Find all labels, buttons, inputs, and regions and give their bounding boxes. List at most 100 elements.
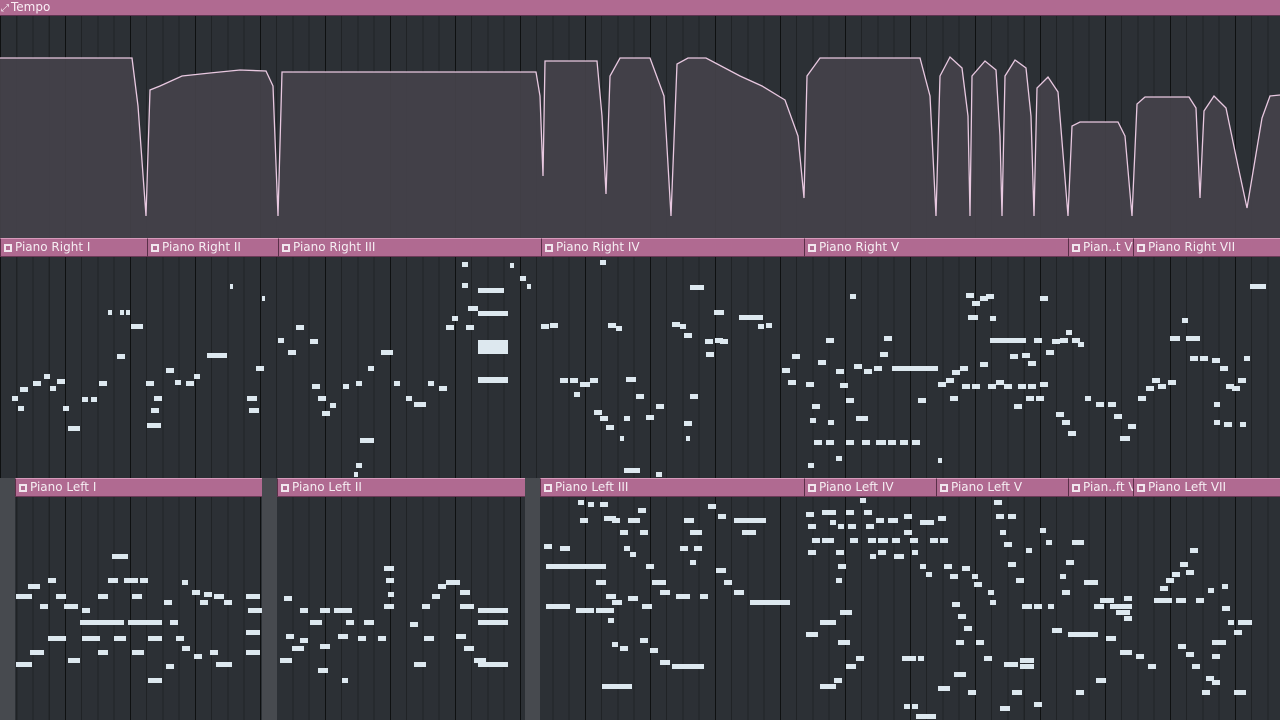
clip-name: Pian..t VI [1083, 240, 1133, 254]
midi-note [988, 384, 996, 389]
midi-note [176, 636, 184, 641]
midi-note [868, 538, 876, 543]
tempo-automation-header[interactable]: ⤢ Tempo [0, 0, 1280, 16]
midi-note [131, 324, 143, 329]
midi-note [1172, 572, 1180, 577]
midi-note [422, 604, 430, 609]
midi-note [120, 310, 124, 315]
midi-note [1192, 664, 1200, 669]
midi-note [356, 381, 362, 386]
midi-note [378, 636, 386, 641]
clip-menu-icon[interactable] [151, 244, 159, 252]
midi-note [814, 440, 822, 445]
midi-note [1052, 339, 1060, 344]
clip-menu-icon[interactable] [1137, 484, 1145, 492]
midi-note [384, 566, 394, 571]
midi-note [836, 456, 842, 461]
midi-note [192, 590, 200, 595]
clip-piano-left-vii[interactable]: Piano Left VII [1133, 478, 1280, 497]
midi-note [810, 418, 816, 423]
midi-note [1066, 560, 1074, 565]
clip-menu-icon[interactable] [282, 244, 290, 252]
clip-menu-icon[interactable] [544, 484, 552, 492]
midi-note [724, 580, 732, 585]
midi-note [1008, 562, 1016, 567]
midi-note [888, 518, 898, 523]
clip-name: Piano Right III [293, 240, 376, 254]
clip-piano-right-vi[interactable]: Pian..t VI [1068, 238, 1133, 257]
clip-piano-left-i[interactable]: Piano Left I [15, 478, 262, 497]
midi-note [1128, 424, 1136, 429]
midi-note [99, 381, 107, 386]
midi-note [310, 339, 318, 344]
midi-note [48, 636, 66, 641]
midi-note [646, 415, 654, 420]
clip-piano-right-v[interactable]: Piano Right V [804, 238, 1068, 257]
clip-name: Pian..ft VI [1083, 480, 1133, 494]
piano-left-lane [0, 478, 1280, 720]
midi-note [446, 325, 454, 330]
midi-note [560, 546, 570, 551]
clip-piano-left-iv[interactable]: Piano Left IV [804, 478, 936, 497]
midi-note [1212, 640, 1226, 645]
midi-note [914, 366, 922, 371]
clip-piano-left-vi[interactable]: Pian..ft VI [1068, 478, 1133, 497]
midi-note [836, 578, 842, 583]
clip-piano-right-iii[interactable]: Piano Right III [278, 238, 541, 257]
midi-note [1186, 570, 1194, 575]
midi-note [1120, 650, 1132, 655]
midi-note [1182, 318, 1188, 323]
clip-menu-icon[interactable] [1137, 244, 1145, 252]
midi-note [990, 338, 998, 343]
clip-piano-right-vii[interactable]: Piano Right VII [1133, 238, 1280, 257]
midi-note [766, 323, 772, 328]
midi-note [968, 315, 978, 320]
midi-note [478, 340, 508, 354]
clip-menu-icon[interactable] [1072, 484, 1080, 492]
midi-note [838, 640, 850, 645]
clip-menu-icon[interactable] [4, 244, 12, 252]
midi-note [1020, 664, 1034, 669]
midi-note [792, 354, 800, 359]
midi-note [782, 368, 790, 373]
midi-note [1010, 338, 1018, 343]
clip-menu-icon[interactable] [940, 484, 948, 492]
clip-piano-left-iii[interactable]: Piano Left III [540, 478, 804, 497]
midi-note [608, 323, 616, 328]
midi-note [912, 440, 920, 445]
clip-menu-icon[interactable] [281, 484, 289, 492]
midi-note [1124, 596, 1132, 601]
midi-note [1232, 386, 1240, 391]
clip-piano-left-v[interactable]: Piano Left V [936, 478, 1068, 497]
midi-note [356, 463, 362, 468]
clip-piano-left-ii[interactable]: Piano Left II [277, 478, 525, 497]
clip-menu-icon[interactable] [1072, 244, 1080, 252]
clip-menu-icon[interactable] [19, 484, 27, 492]
midi-note [900, 440, 908, 445]
midi-note [620, 530, 628, 535]
clip-piano-right-iv[interactable]: Piano Right IV [541, 238, 804, 257]
midi-note [602, 684, 632, 689]
clip-menu-icon[interactable] [545, 244, 553, 252]
midi-note [214, 594, 224, 599]
midi-note [860, 498, 866, 503]
midi-note [958, 614, 966, 619]
midi-note [394, 381, 400, 386]
clip-piano-right-ii[interactable]: Piano Right II [147, 238, 278, 257]
clip-menu-icon[interactable] [808, 244, 816, 252]
tempo-automation-curve[interactable] [0, 16, 1280, 238]
clip-menu-icon[interactable] [808, 484, 816, 492]
midi-note [964, 626, 972, 631]
midi-note [1186, 652, 1194, 657]
midi-note [952, 370, 960, 375]
clip-piano-right-i[interactable]: Piano Right I [0, 238, 147, 257]
midi-note [82, 636, 100, 641]
midi-note [888, 440, 896, 445]
midi-note [1020, 658, 1034, 663]
midi-note [972, 301, 980, 306]
midi-note [462, 283, 468, 288]
midi-note [1250, 284, 1266, 289]
midi-note [706, 352, 714, 357]
midi-note [1170, 336, 1180, 341]
midi-note [98, 650, 108, 655]
